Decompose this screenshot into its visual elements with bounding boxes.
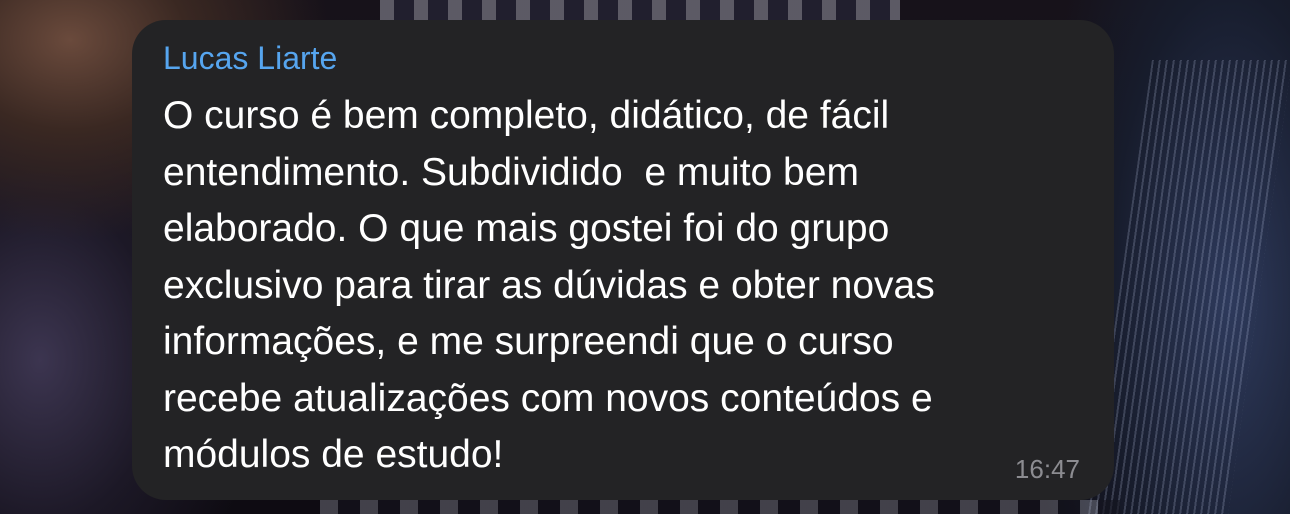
message-line: informações, e me surpreendi que o curso (163, 320, 894, 363)
message-line: recebe atualizações com novos conteúdos … (163, 376, 933, 420)
message-bubble[interactable]: Lucas Liarte O curso é bem completo, did… (132, 20, 1114, 500)
sender-name[interactable]: Lucas Liarte (163, 38, 337, 78)
message-text: O curso é bem completo, didático, de fác… (163, 88, 1063, 484)
message-line: elaborado. O que mais gostei foi do grup… (163, 207, 890, 250)
wallpaper-decoration-bottom (320, 500, 1120, 514)
message-line: módulos de estudo! (163, 433, 504, 476)
message-line: O curso é bem completo, didático, de fác… (163, 94, 890, 137)
wallpaper-decoration-right (1088, 60, 1290, 514)
message-timestamp: 16:47 (1014, 454, 1080, 484)
message-line: entendimento. Subdividido e muito bem (163, 150, 859, 194)
message-line: exclusivo para tirar as dúvidas e obter … (163, 263, 935, 307)
